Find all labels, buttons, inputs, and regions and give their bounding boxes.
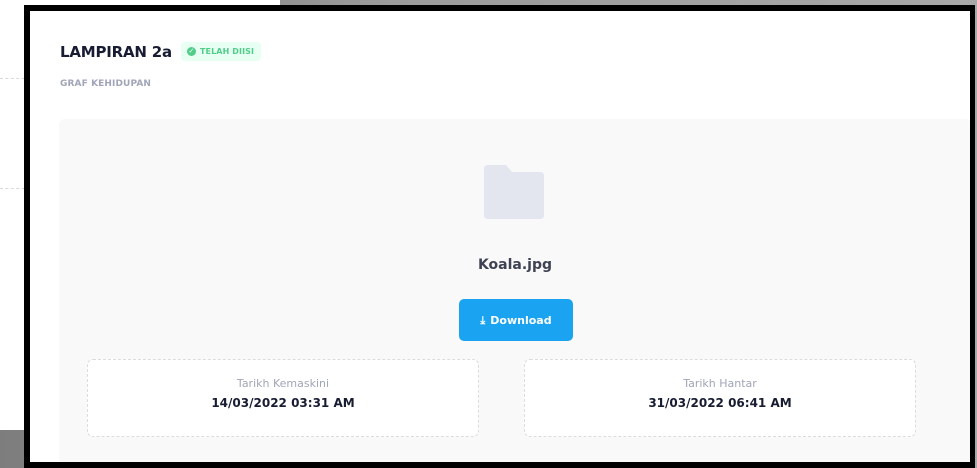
submitted-date-value: 31/03/2022 06:41 AM xyxy=(648,396,792,410)
download-button-label: Download xyxy=(490,313,552,327)
check-circle-icon: ✓ xyxy=(186,47,196,56)
submitted-date-label: Tarikh Hantar xyxy=(683,377,757,390)
attachment-title: LAMPIRAN 2a xyxy=(60,42,172,61)
folder-icon xyxy=(484,165,544,219)
card-header: LAMPIRAN 2a ✓ TELAH DIISI xyxy=(60,42,262,61)
submitted-date-box: Tarikh Hantar 31/03/2022 06:41 AM xyxy=(524,359,916,437)
status-badge-label: TELAH DIISI xyxy=(199,47,255,56)
attachment-subtitle: GRAF KEHIDUPAN xyxy=(60,79,152,89)
updated-date-box: Tarikh Kemaskini 14/03/2022 03:31 AM xyxy=(87,359,479,437)
download-button[interactable]: ⤓ Download xyxy=(459,299,573,341)
download-icon: ⤓ xyxy=(480,313,486,327)
updated-date-label: Tarikh Kemaskini xyxy=(236,377,330,390)
status-badge: ✓ TELAH DIISI xyxy=(180,42,262,61)
attachment-card: LAMPIRAN 2a ✓ TELAH DIISI GRAF KEHIDUPAN… xyxy=(24,5,975,468)
updated-date-value: 14/03/2022 03:31 AM xyxy=(211,396,355,410)
file-name: Koala.jpg xyxy=(477,257,553,273)
